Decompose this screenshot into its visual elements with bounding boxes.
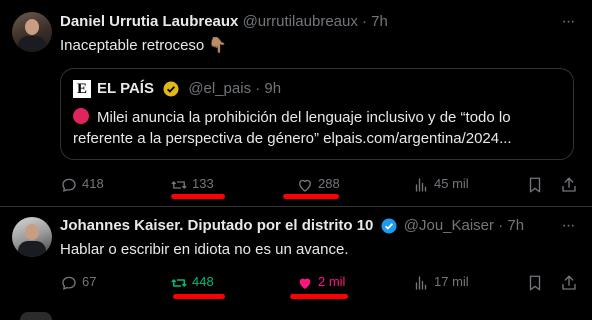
share-icon bbox=[562, 275, 576, 290]
author-handle[interactable]: @urrutilaubreaux · 7h bbox=[243, 13, 388, 30]
views-count: 17 mil bbox=[434, 274, 469, 289]
tweet-header: Johannes Kaiser. Diputado por el distrit… bbox=[60, 216, 524, 236]
reply-count: 67 bbox=[82, 274, 97, 289]
retweet-count: 448 bbox=[192, 274, 214, 289]
bookmark-icon bbox=[529, 275, 541, 290]
share-button[interactable] bbox=[560, 174, 582, 194]
author-name[interactable]: Johannes Kaiser. Diputado por el distrit… bbox=[60, 217, 373, 234]
avatar[interactable] bbox=[12, 217, 52, 257]
views-icon bbox=[415, 275, 427, 290]
verified-icon bbox=[381, 218, 397, 234]
more-icon[interactable]: ··· bbox=[558, 216, 578, 236]
avatar-body bbox=[18, 36, 46, 52]
reply-icon bbox=[62, 276, 76, 290]
reply-button[interactable]: 67 bbox=[60, 272, 96, 292]
avatar[interactable] bbox=[12, 12, 52, 52]
quoted-text-block: Milei anuncia la prohibición del lenguaj… bbox=[73, 107, 563, 149]
like-button[interactable]: 2 mil bbox=[296, 272, 345, 292]
reply-icon bbox=[62, 178, 76, 192]
avatar-head bbox=[25, 19, 39, 35]
retweet-icon bbox=[171, 180, 187, 189]
annotation-underline-likes bbox=[283, 194, 339, 199]
bookmark-button[interactable] bbox=[526, 272, 548, 292]
avatar-body bbox=[18, 241, 46, 257]
quoted-author-name: EL PAÍS bbox=[97, 80, 154, 97]
retweet-count: 133 bbox=[192, 176, 214, 191]
avatar-head bbox=[25, 224, 39, 240]
more-icon[interactable]: ··· bbox=[558, 12, 578, 32]
author-handle[interactable]: @Jou_Kaiser · 7h bbox=[404, 217, 524, 234]
annotation-underline-retweets bbox=[173, 294, 225, 299]
share-button[interactable] bbox=[560, 272, 582, 292]
tweet-urrutia[interactable]: Daniel Urrutia Laubreaux @urrutilaubreau… bbox=[0, 0, 592, 206]
reply-button[interactable]: 418 bbox=[60, 174, 104, 194]
verified-gold-icon bbox=[163, 81, 179, 97]
views-icon bbox=[415, 177, 427, 192]
tweet-text: Hablar o escribir en idiota no es un ava… bbox=[60, 241, 349, 258]
quoted-header: E EL PAÍS @el_pais · 9h bbox=[73, 79, 281, 99]
annotation-underline-retweets bbox=[171, 194, 225, 199]
share-icon bbox=[562, 177, 576, 192]
action-bar: 418 133 288 45 mil bbox=[60, 174, 580, 194]
author-name[interactable]: Daniel Urrutia Laubreaux bbox=[60, 13, 238, 30]
red-circle-icon bbox=[73, 108, 89, 124]
like-icon bbox=[299, 278, 311, 289]
views-button[interactable]: 17 mil bbox=[412, 272, 469, 292]
retweet-icon bbox=[171, 278, 187, 287]
reply-count: 418 bbox=[82, 176, 104, 191]
like-button[interactable]: 288 bbox=[296, 174, 340, 194]
quoted-text: Milei anuncia la prohibición del lenguaj… bbox=[73, 109, 512, 147]
action-bar: 67 448 2 mil 17 mil bbox=[60, 272, 580, 292]
quoted-author-handle: @el_pais · 9h bbox=[188, 80, 282, 97]
retweet-button[interactable]: 448 bbox=[170, 272, 214, 292]
like-count: 2 mil bbox=[318, 274, 346, 289]
next-tweet-avatar bbox=[20, 312, 52, 320]
bookmark-button[interactable] bbox=[526, 174, 548, 194]
annotation-underline-likes bbox=[290, 294, 348, 299]
like-icon bbox=[299, 179, 311, 192]
retweet-button[interactable]: 133 bbox=[170, 174, 214, 194]
views-button[interactable]: 45 mil bbox=[412, 174, 469, 194]
tweet-text: Inaceptable retroceso 👇🏽 bbox=[60, 37, 228, 54]
quoted-tweet[interactable]: E EL PAÍS @el_pais · 9h Milei anuncia la … bbox=[60, 68, 574, 160]
elpais-logo: E bbox=[73, 80, 91, 99]
tweet-header: Daniel Urrutia Laubreaux @urrutilaubreau… bbox=[60, 12, 388, 32]
bookmark-icon bbox=[529, 177, 541, 192]
views-count: 45 mil bbox=[434, 176, 469, 191]
like-count: 288 bbox=[318, 176, 340, 191]
